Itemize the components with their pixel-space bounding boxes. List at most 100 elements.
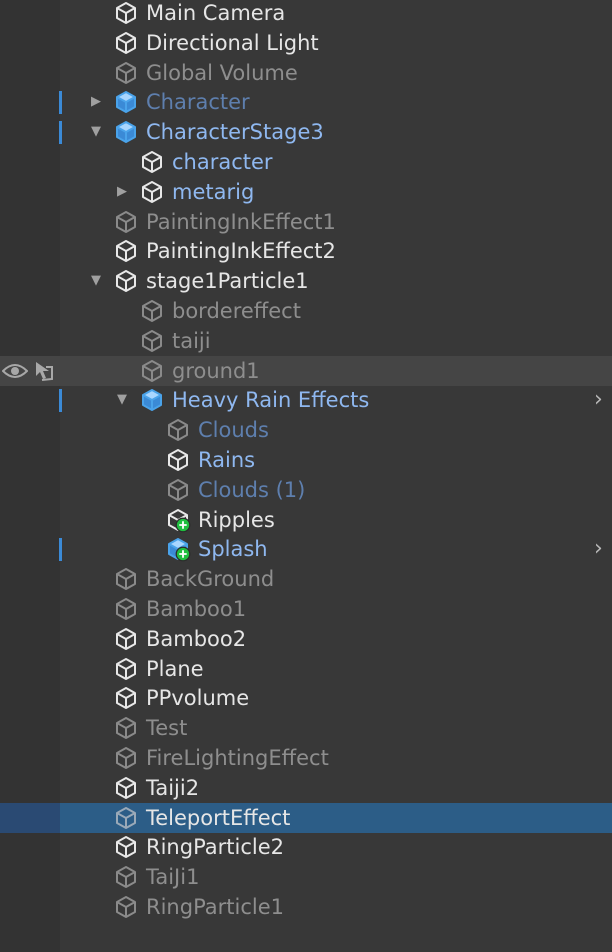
hierarchy-row[interactable]: PPvolume — [0, 683, 612, 713]
hierarchy-row-label: Clouds (1) — [198, 477, 306, 502]
hierarchy-row[interactable]: Test — [0, 713, 612, 743]
hierarchy-row[interactable]: ▶ metarig — [0, 177, 612, 207]
hierarchy-panel: Main Camera Directional Light Global Volum… — [0, 0, 612, 952]
gameobject-icon — [113, 60, 139, 86]
hierarchy-row-label: Clouds — [198, 418, 269, 443]
hierarchy-row-label: Rains — [198, 448, 256, 472]
foldout-expanded-icon[interactable]: ▼ — [89, 125, 103, 139]
hierarchy-row-label: Splash — [198, 537, 268, 562]
hierarchy-row-label: PaintingInkEffect1 — [146, 209, 336, 234]
hierarchy-row-label: Test — [146, 716, 188, 741]
foldout-expanded-icon[interactable]: ▼ — [89, 274, 103, 288]
hierarchy-row[interactable]: BackGround — [0, 564, 612, 594]
hierarchy-row-label: Character — [146, 90, 250, 115]
hierarchy-row-label: taiji — [172, 328, 211, 353]
hierarchy-row[interactable]: Rains — [0, 445, 612, 475]
gameobject-icon — [113, 834, 139, 860]
gameobject-icon — [139, 179, 165, 205]
hierarchy-row[interactable]: Global Volume — [0, 58, 612, 88]
hierarchy-row[interactable]: Main Camera — [0, 0, 612, 28]
hierarchy-row[interactable]: FireLightingEffect — [0, 743, 612, 773]
hierarchy-row[interactable]: PaintingInkEffect2 — [0, 236, 612, 266]
hierarchy-row[interactable]: Bamboo1 — [0, 594, 612, 624]
hierarchy-row-label: PaintingInkEffect2 — [146, 239, 336, 264]
hierarchy-row[interactable]: PaintingInkEffect1 — [0, 207, 612, 237]
hierarchy-row[interactable]: ▶ Character — [0, 87, 612, 117]
open-prefab-arrow-icon[interactable]: › — [594, 538, 610, 560]
gameobject-icon — [113, 626, 139, 652]
hierarchy-row[interactable]: Clouds — [0, 415, 612, 445]
prefab-icon — [113, 89, 139, 115]
gameobject-icon — [165, 447, 191, 473]
gameobject-icon — [113, 775, 139, 801]
gameobject-icon — [113, 0, 139, 26]
hierarchy-row-label: RingParticle1 — [146, 895, 285, 919]
prefab-override-bar — [59, 538, 62, 562]
hierarchy-row[interactable]: Clouds (1) — [0, 475, 612, 505]
gameobject-icon — [113, 268, 139, 294]
hierarchy-row[interactable]: Plane — [0, 654, 612, 684]
gameobject-icon — [139, 358, 165, 384]
hierarchy-row[interactable]: ground1 — [0, 355, 612, 386]
hierarchy-row[interactable]: taiji — [0, 326, 612, 356]
prefab-override-bar — [59, 91, 62, 115]
gameobject-icon — [165, 417, 191, 443]
hierarchy-row[interactable]: TeleportEffect — [0, 802, 612, 833]
gameobject-icon — [113, 894, 139, 920]
hierarchy-row[interactable]: Bamboo2 — [0, 624, 612, 654]
gameobject-icon — [113, 864, 139, 890]
hierarchy-row[interactable]: TaiJi1 — [0, 862, 612, 892]
hierarchy-row-label: Bamboo2 — [146, 626, 247, 651]
prefab-icon — [113, 119, 139, 145]
hierarchy-row[interactable]: ▼ CharacterStage3 — [0, 117, 612, 147]
hierarchy-row-label: ground1 — [172, 358, 260, 383]
added-gameobject-icon — [165, 507, 191, 533]
eye-icon[interactable] — [1, 360, 29, 382]
hierarchy-row-label: Main Camera — [146, 1, 286, 25]
gameobject-icon — [113, 685, 139, 711]
gameobject-icon — [113, 30, 139, 56]
hierarchy-row-label: Directional Light — [146, 30, 319, 55]
prefab-override-bar — [59, 389, 62, 413]
gameobject-icon — [113, 238, 139, 264]
hierarchy-row[interactable]: ▼ Heavy Rain Effects › — [0, 385, 612, 415]
hierarchy-row-label: Plane — [146, 656, 204, 681]
gameobject-icon — [113, 566, 139, 592]
gameobject-icon — [165, 477, 191, 503]
hierarchy-row[interactable]: bordereffect — [0, 296, 612, 326]
hierarchy-row-label: Taiji2 — [146, 775, 200, 800]
gameobject-icon — [113, 596, 139, 622]
hierarchy-row-label: stage1Particle1 — [146, 269, 309, 294]
hierarchy-row-label: metarig — [172, 179, 255, 204]
hierarchy-row-label: Heavy Rain Effects — [172, 388, 370, 413]
hierarchy-row-label: TaiJi1 — [146, 865, 200, 890]
hierarchy-row[interactable]: ▼ stage1Particle1 — [0, 266, 612, 296]
gameobject-icon — [113, 805, 139, 831]
gameobject-icon — [113, 209, 139, 235]
hierarchy-row[interactable]: character — [0, 147, 612, 177]
hierarchy-row[interactable]: RingParticle2 — [0, 832, 612, 862]
hierarchy-row-label: character — [172, 150, 273, 174]
hierarchy-row[interactable]: Directional Light — [0, 28, 612, 58]
prefab-icon — [139, 387, 165, 413]
hierarchy-row-label: CharacterStage3 — [146, 120, 324, 145]
gameobject-icon — [113, 745, 139, 771]
gameobject-icon — [113, 656, 139, 682]
hierarchy-row-label: FireLightingEffect — [146, 746, 329, 770]
foldout-collapsed-icon[interactable]: ▶ — [89, 95, 103, 109]
gameobject-icon — [139, 328, 165, 354]
gameobject-icon — [139, 149, 165, 175]
hierarchy-row-label: Ripples — [198, 507, 275, 532]
hierarchy-row[interactable]: Ripples — [0, 505, 612, 535]
open-prefab-arrow-icon[interactable]: › — [594, 389, 610, 411]
hand-pointer-icon[interactable] — [32, 359, 56, 383]
foldout-expanded-icon[interactable]: ▼ — [115, 393, 129, 407]
hierarchy-row[interactable]: Splash › — [0, 534, 612, 564]
hierarchy-row[interactable]: Taiji2 — [0, 773, 612, 803]
prefab-override-bar — [59, 121, 62, 145]
gameobject-icon — [139, 298, 165, 324]
hierarchy-row-label: PPvolume — [146, 686, 250, 711]
foldout-collapsed-icon[interactable]: ▶ — [115, 184, 129, 199]
hierarchy-row[interactable]: RingParticle1 — [0, 892, 612, 922]
gameobject-icon — [113, 715, 139, 741]
